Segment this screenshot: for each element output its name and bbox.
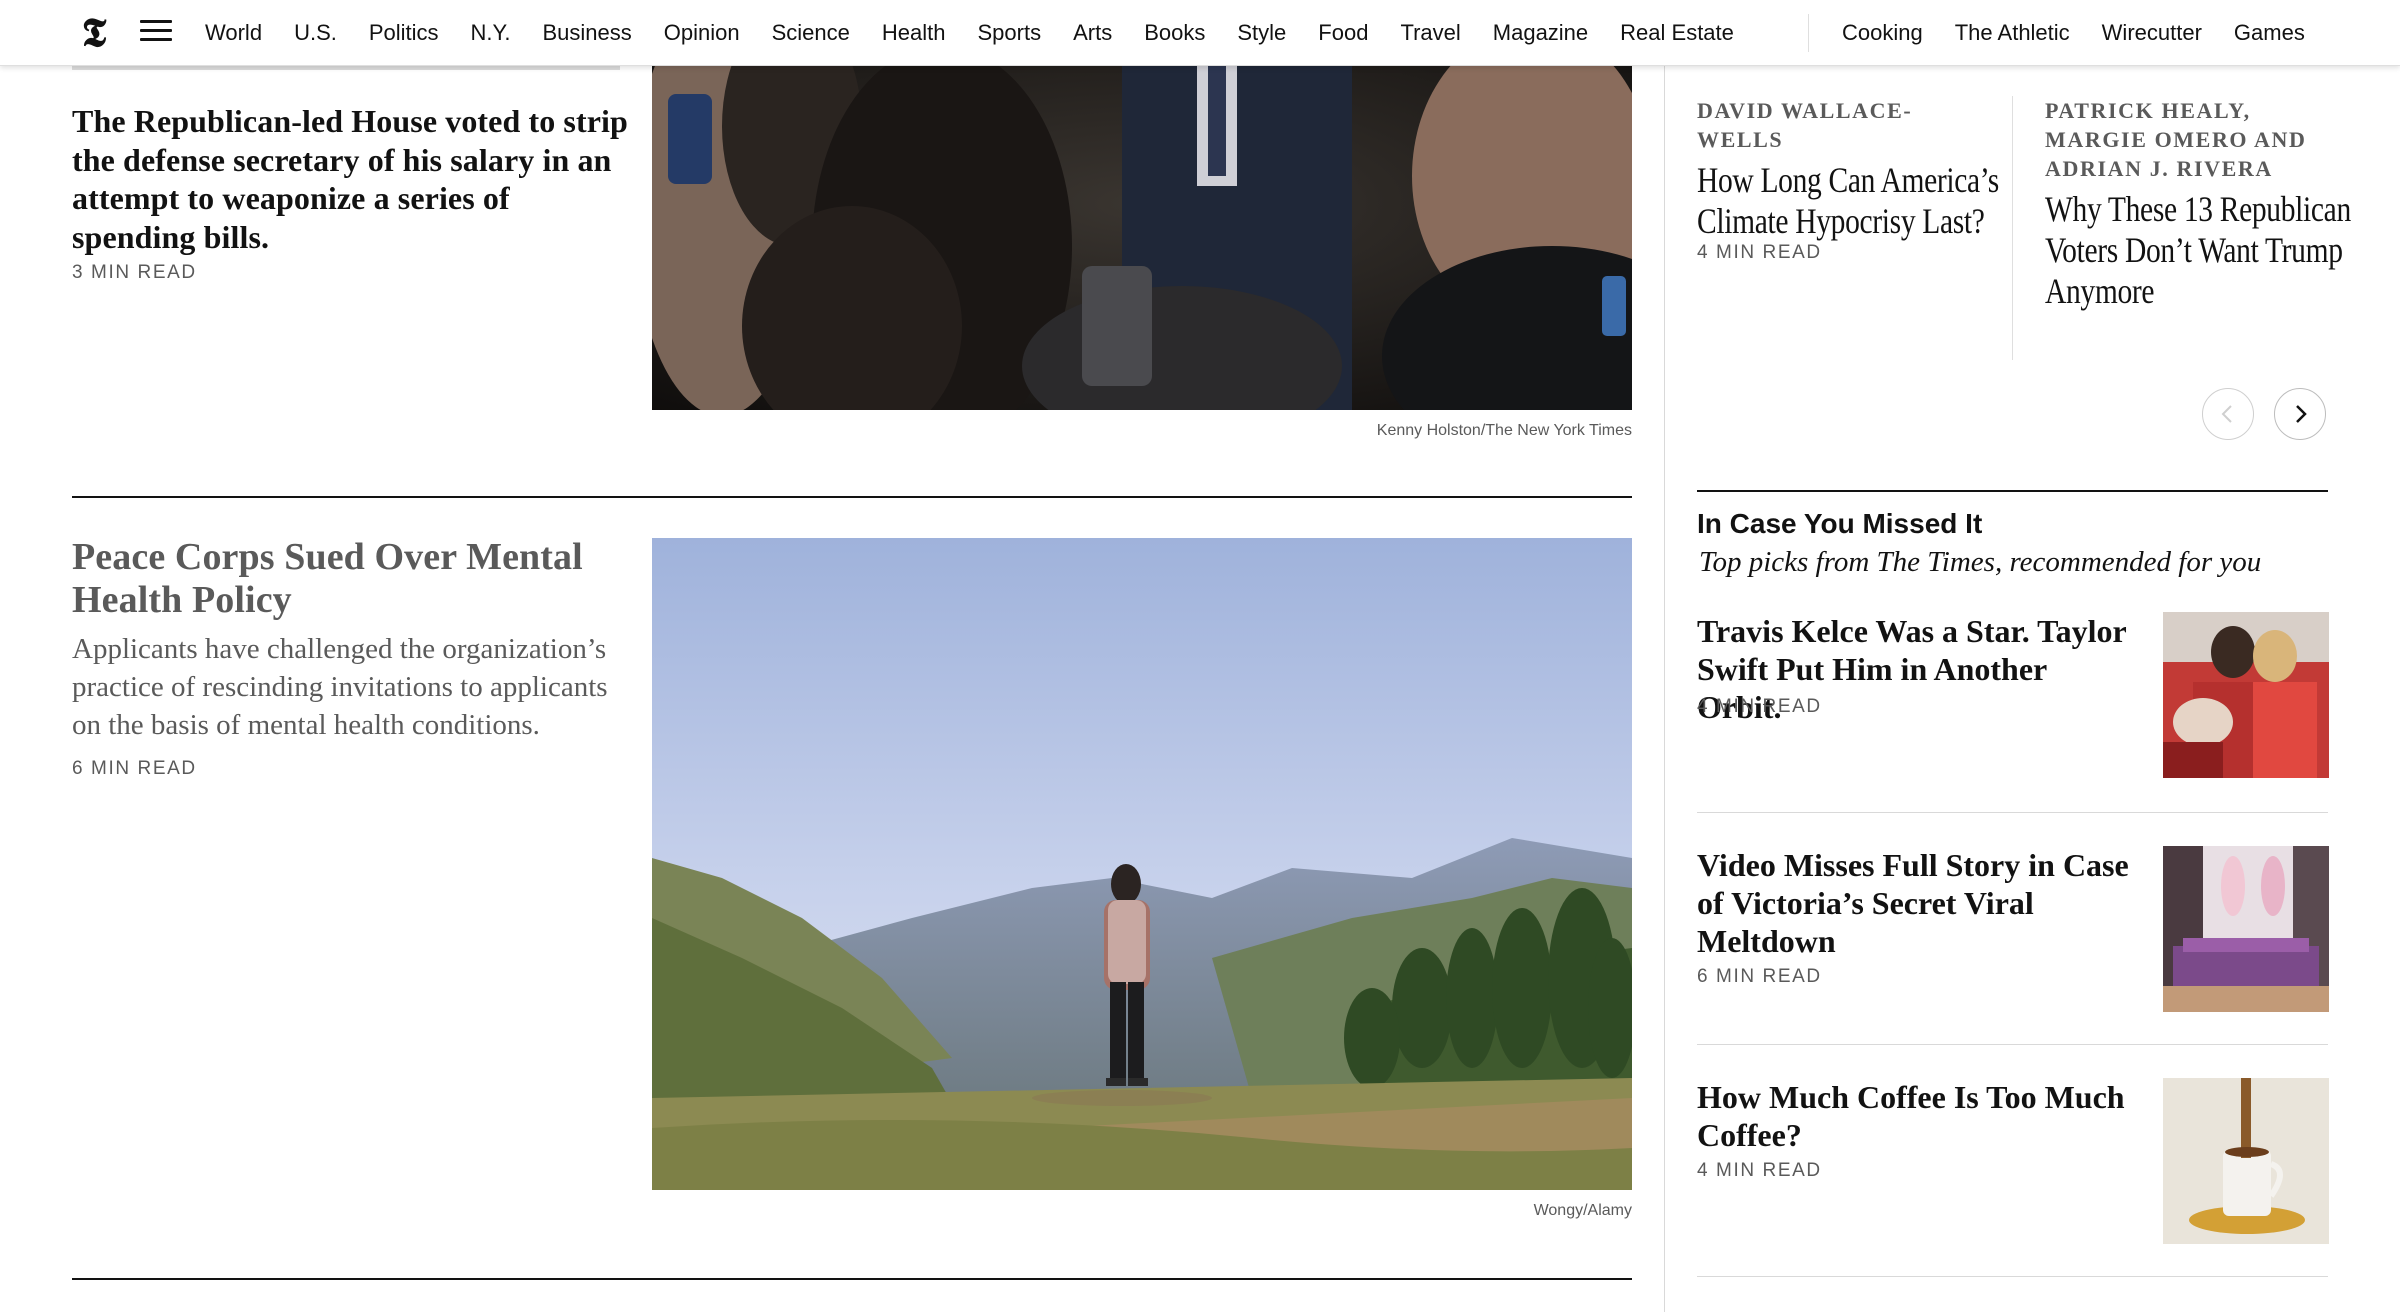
photo-credit: Wongy/Alamy [1533, 1202, 1632, 1219]
icymi-headline[interactable]: Video Misses Full Story in Case of Victo… [1697, 846, 2137, 960]
opinion-author[interactable]: DAVID WALLACE-WELLS [1697, 96, 1987, 154]
nav-item-style[interactable]: Style [1237, 20, 1286, 46]
nav-item-science[interactable]: Science [772, 20, 850, 46]
chevron-left-icon [2221, 405, 2232, 423]
icymi-title: In Case You Missed It [1697, 508, 1983, 539]
section-nav: World U.S. Politics N.Y. Business Opinio… [205, 0, 1766, 66]
read-time: 4 MIN READ [1697, 696, 1822, 717]
opinion-headline[interactable]: Why These 13 Republican Voters Don’t Wan… [2045, 189, 2357, 312]
read-time: 4 MIN READ [1697, 1160, 1822, 1181]
icymi-thumb-victorias-secret[interactable] [2163, 846, 2329, 1012]
nav-item-business[interactable]: Business [543, 20, 632, 46]
nav-item-magazine[interactable]: Magazine [1493, 20, 1588, 46]
coffee-mug-image [2163, 1078, 2329, 1244]
read-time: 3 MIN READ [72, 262, 197, 283]
hamburger-menu-icon[interactable] [140, 20, 172, 46]
nav-item-ny[interactable]: N.Y. [471, 20, 511, 46]
opinion-headline[interactable]: How Long Can America’s Climate Hypocrisy… [1697, 160, 2009, 242]
nav-item-the-athletic[interactable]: The Athletic [1955, 20, 2070, 46]
story-peace-corps[interactable]: Peace Corps Sued Over Mental Health Poli… [72, 536, 612, 780]
nav-divider [1808, 14, 1809, 52]
icymi-headline[interactable]: How Much Coffee Is Too Much Coffee? [1697, 1078, 2137, 1154]
story-photo-peace-corps[interactable] [652, 538, 1632, 1190]
section-divider [72, 496, 1632, 498]
icymi-separator [1697, 1044, 2328, 1045]
nav-item-games[interactable]: Games [2234, 20, 2305, 46]
story-house-vote[interactable]: The Republican-led House voted to strip … [72, 102, 632, 284]
icymi-separator [1697, 812, 2328, 813]
story-photo-press-crowd[interactable] [652, 66, 1632, 410]
nav-item-wirecutter[interactable]: Wirecutter [2102, 20, 2202, 46]
nav-item-world[interactable]: World [205, 20, 262, 46]
nav-item-travel[interactable]: Travel [1400, 20, 1460, 46]
nav-item-arts[interactable]: Arts [1073, 20, 1112, 46]
icymi-item-kelce[interactable]: Travis Kelce Was a Star. Taylor Swift Pu… [1697, 612, 2329, 780]
top-navigation-bar: 𝕿 World U.S. Politics N.Y. Business Opin… [0, 0, 2400, 66]
story-top-rule [72, 66, 620, 70]
icymi-thumb-coffee[interactable] [2163, 1078, 2329, 1244]
press-crowd-image [652, 66, 1632, 410]
nav-item-books[interactable]: Books [1144, 20, 1205, 46]
read-time: 4 MIN READ [1697, 242, 1822, 263]
read-time: 6 MIN READ [72, 758, 197, 779]
opinion-item-wallace-wells[interactable]: DAVID WALLACE-WELLS How Long Can America… [1697, 96, 1999, 264]
nav-item-health[interactable]: Health [882, 20, 946, 46]
chevron-right-icon [2296, 405, 2307, 423]
story-headline[interactable]: The Republican-led House voted to strip … [72, 102, 632, 256]
icymi-item-coffee[interactable]: How Much Coffee Is Too Much Coffee? 4 MI… [1697, 1078, 2329, 1246]
story-summary: Applicants have challenged the organizat… [72, 633, 608, 741]
nav-item-us[interactable]: U.S. [294, 20, 337, 46]
opinion-item-healy[interactable]: PATRICK HEALY, MARGIE OMERO AND ADRIAN J… [2045, 96, 2351, 312]
nav-item-sports[interactable]: Sports [978, 20, 1042, 46]
opinion-author[interactable]: PATRICK HEALY, MARGIE OMERO AND ADRIAN J… [2045, 96, 2330, 183]
nav-item-real-estate[interactable]: Real Estate [1620, 20, 1734, 46]
product-nav: Cooking The Athletic Wirecutter Games [1842, 0, 2337, 66]
stadium-crowd-image [2163, 612, 2329, 778]
nav-item-cooking[interactable]: Cooking [1842, 20, 1923, 46]
section-divider [72, 1278, 1632, 1280]
icymi-separator [1697, 1276, 2328, 1277]
story-headline[interactable]: Peace Corps Sued Over Mental Health Poli… [72, 536, 612, 622]
nav-item-opinion[interactable]: Opinion [664, 20, 740, 46]
nyt-logo-icon[interactable]: 𝕿 [76, 10, 112, 56]
photo-credit: Kenny Holston/The New York Times [1376, 422, 1632, 439]
icymi-item-victorias-secret[interactable]: Video Misses Full Story in Case of Victo… [1697, 846, 2329, 1014]
column-divider [1664, 66, 1665, 1312]
nav-item-food[interactable]: Food [1318, 20, 1368, 46]
read-time: 6 MIN READ [1697, 966, 1822, 987]
carousel-next-button[interactable] [2274, 388, 2326, 440]
nav-item-politics[interactable]: Politics [369, 20, 439, 46]
icymi-top-rule [1697, 490, 2328, 492]
mountain-landscape-image [652, 538, 1632, 1190]
carousel-prev-button[interactable] [2202, 388, 2254, 440]
icymi-subtitle: Top picks from The Times, recommended fo… [1699, 546, 2262, 578]
opinion-divider [2012, 96, 2013, 360]
store-display-image [2163, 846, 2329, 1012]
icymi-thumb-kelce[interactable] [2163, 612, 2329, 778]
